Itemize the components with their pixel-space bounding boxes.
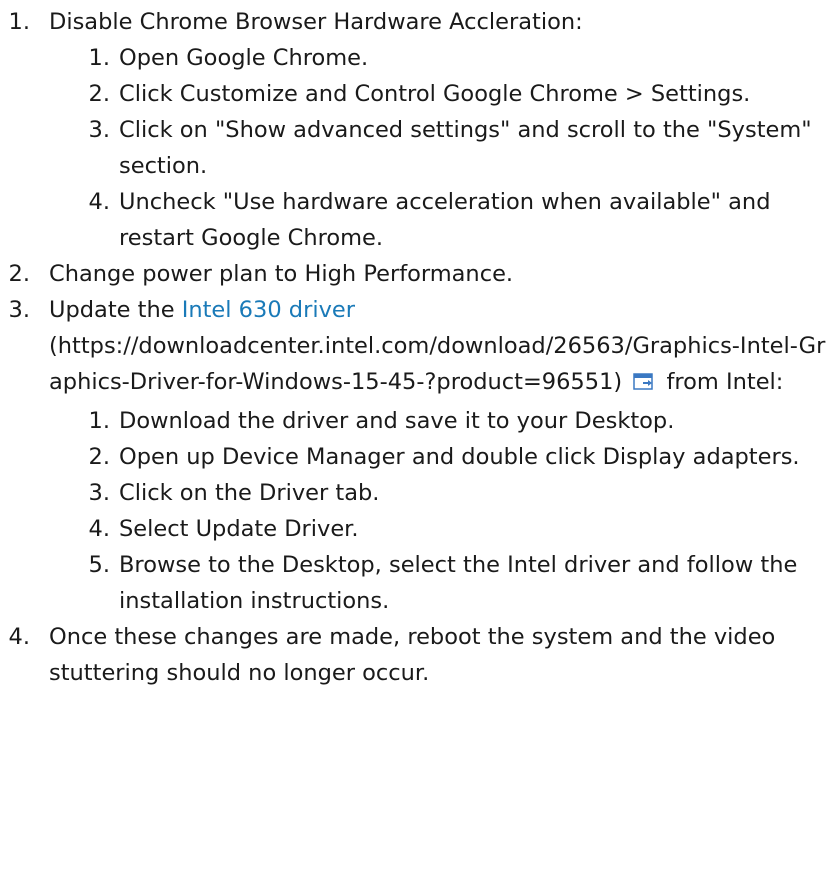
steps-list: 1. Disable Chrome Browser Hardware Accle… <box>0 4 832 691</box>
substep-number: 2. <box>88 444 110 470</box>
substep: 4. Uncheck "Use hardware acceleration wh… <box>83 184 832 256</box>
step-3: 3. Update the Intel 630 driver (https://… <box>0 292 832 619</box>
step-1: 1. Disable Chrome Browser Hardware Accle… <box>0 4 832 256</box>
substep: 1. Open Google Chrome. <box>83 40 832 76</box>
step-text-after: from Intel: <box>659 369 784 395</box>
step-number: 3. <box>8 297 30 323</box>
substep: 4. Select Update Driver. <box>83 511 832 547</box>
intel-driver-link[interactable]: Intel 630 driver <box>182 297 355 323</box>
substep: 3. Click on "Show advanced settings" and… <box>83 112 832 184</box>
substep-text: Click Customize and Control Google Chrom… <box>119 81 751 107</box>
step-number: 4. <box>8 624 30 650</box>
substep-number: 4. <box>88 189 110 215</box>
substep-text: Download the driver and save it to your … <box>119 408 675 434</box>
substeps-list: 1. Download the driver and save it to yo… <box>83 403 832 619</box>
substep-text: Select Update Driver. <box>119 516 359 542</box>
substep: 1. Download the driver and save it to yo… <box>83 403 832 439</box>
substep-number: 5. <box>88 552 110 578</box>
substep-text: Uncheck "Use hardware acceleration when … <box>119 189 771 251</box>
substeps-list: 1. Open Google Chrome. 2. Click Customiz… <box>83 40 832 256</box>
substep: 2. Open up Device Manager and double cli… <box>83 439 832 475</box>
substep-text: Click on "Show advanced settings" and sc… <box>119 117 812 179</box>
substep-number: 3. <box>88 480 110 506</box>
step-text-before: Update the <box>49 297 182 323</box>
substep-text: Open Google Chrome. <box>119 45 369 71</box>
step-number: 2. <box>8 261 30 287</box>
substep-number: 3. <box>88 117 110 143</box>
substep-text: Click on the Driver tab. <box>119 480 380 506</box>
external-link-icon[interactable] <box>633 367 657 403</box>
step-4: 4. Once these changes are made, reboot t… <box>0 619 832 691</box>
substep-text: Open up Device Manager and double click … <box>119 444 800 470</box>
substep: 3. Click on the Driver tab. <box>83 475 832 511</box>
substep-number: 1. <box>88 408 110 434</box>
substep-number: 4. <box>88 516 110 542</box>
step-text: Disable Chrome Browser Hardware Acclerat… <box>49 9 583 35</box>
instructions-document: 1. Disable Chrome Browser Hardware Accle… <box>0 0 832 691</box>
substep: 5. Browse to the Desktop, select the Int… <box>83 547 832 619</box>
step-2: 2. Change power plan to High Performance… <box>0 256 832 292</box>
step-text: Change power plan to High Performance. <box>49 261 514 287</box>
substep-number: 2. <box>88 81 110 107</box>
step-text: Once these changes are made, reboot the … <box>49 624 776 686</box>
step-number: 1. <box>8 9 30 35</box>
substep-number: 1. <box>88 45 110 71</box>
substep-text: Browse to the Desktop, select the Intel … <box>119 552 798 614</box>
substep: 2. Click Customize and Control Google Ch… <box>83 76 832 112</box>
